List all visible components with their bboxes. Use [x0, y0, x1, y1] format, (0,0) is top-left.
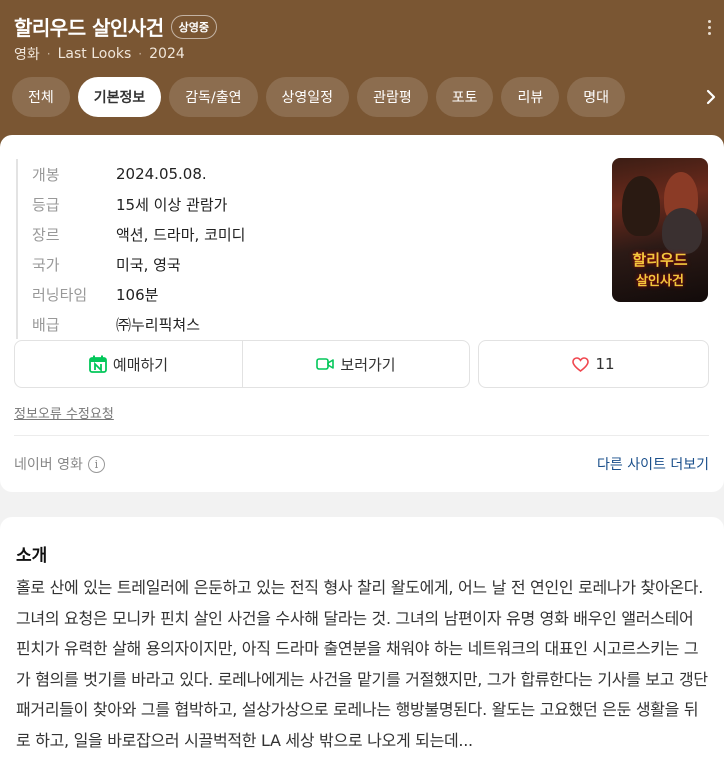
meta-separator: ·: [138, 47, 143, 61]
book-label: 예매하기: [112, 355, 169, 374]
info-value: 106분: [116, 285, 159, 304]
watch-label: 보러가기: [340, 355, 396, 374]
synopsis-card: 소개 홀로 산에 있는 트레일러에 은둔하고 있는 전직 형사 찰리 왈도에게,…: [0, 517, 724, 774]
info-row-genre: 장르 액션, 드라마, 코미디: [32, 219, 245, 249]
action-button-group: 예매하기 보러가기: [14, 340, 470, 388]
action-buttons: 예매하기 보러가기 11: [14, 340, 709, 388]
info-value: ㈜누리픽쳐스: [116, 315, 201, 334]
report-error-link[interactable]: 정보오류 수정요청: [14, 403, 114, 422]
tab-quotes[interactable]: 명대: [567, 77, 626, 117]
info-icon[interactable]: i: [87, 455, 105, 473]
synopsis-text: 홀로 산에 있는 트레일러에 은둔하고 있는 전직 형사 찰리 왈도에게, 어느…: [16, 578, 708, 750]
like-count: 11: [595, 355, 615, 373]
info-label: 개봉: [32, 165, 60, 184]
meta-year: 2024: [149, 46, 185, 62]
info-label: 러닝타임: [32, 285, 88, 304]
movie-title: 할리우드 살인사건: [14, 16, 164, 40]
more-vertical-icon[interactable]: [708, 20, 712, 35]
book-button[interactable]: 예매하기: [15, 341, 242, 387]
tab-cast[interactable]: 감독/출연: [169, 77, 258, 117]
chevron-right-icon[interactable]: [698, 77, 724, 117]
source-attribution: 네이버 영화 i: [14, 454, 105, 474]
tab-showtimes[interactable]: 상영일정: [265, 77, 350, 117]
info-label: 등급: [32, 195, 60, 214]
info-row-country: 국가 미국, 영국: [32, 249, 245, 279]
title-row: 할리우드 살인사건 상영중: [14, 12, 218, 41]
info-value: 미국, 영국: [116, 255, 181, 274]
like-button[interactable]: 11: [478, 340, 709, 388]
info-list: 개봉 2024.05.08. 등급 15세 이상 관람가 장르 액션, 드라마,…: [16, 159, 245, 339]
poster-title-line1: 할리우드: [632, 251, 688, 269]
synopsis-title: 소개: [16, 546, 48, 566]
info-row-distributor: 배급 ㈜누리픽쳐스: [32, 309, 245, 339]
info-row-runtime: 러닝타임 106분: [32, 279, 245, 309]
meta-original-title: Last Looks: [57, 46, 132, 62]
movie-poster[interactable]: 할리우드 살인사건: [612, 158, 708, 302]
info-label: 배급: [32, 315, 60, 334]
tab-all[interactable]: 전체: [12, 77, 70, 117]
calendar-n-icon: [88, 355, 107, 373]
info-label: 장르: [32, 225, 60, 244]
tab-photos[interactable]: 포토: [435, 77, 494, 117]
info-value: 액션, 드라마, 코미디: [116, 225, 246, 244]
info-row-release: 개봉 2024.05.08.: [32, 159, 245, 189]
heart-icon: [572, 356, 590, 372]
info-value: 15세 이상 관람가: [116, 195, 228, 214]
basic-info-card: 개봉 2024.05.08. 등급 15세 이상 관람가 장르 액션, 드라마,…: [0, 135, 724, 492]
watch-button[interactable]: 보러가기: [242, 341, 469, 387]
tab-basic-info[interactable]: 기본정보: [77, 77, 162, 117]
more-sites-link[interactable]: 다른 사이트 더보기: [597, 454, 709, 474]
info-value: 2024.05.08.: [116, 165, 207, 183]
info-row-rating: 등급 15세 이상 관람가: [32, 189, 245, 219]
meta-separator: ·: [46, 47, 51, 61]
tab-reviews[interactable]: 리뷰: [501, 77, 560, 117]
status-badge: 상영중: [170, 14, 218, 39]
poster-title-line2: 살인사건: [636, 274, 684, 289]
divider: [14, 435, 709, 436]
meta-category: 영화: [14, 47, 40, 63]
source-label: 네이버 영화: [14, 457, 83, 473]
movie-meta: 영화 · Last Looks · 2024: [14, 44, 185, 64]
tab-bar: 전체 기본정보 감독/출연 상영일정 관람평 포토 리뷰 명대: [12, 77, 702, 117]
video-camera-icon: [316, 358, 335, 370]
movie-header: 할리우드 살인사건 상영중 영화 · Last Looks · 2024 전체 …: [0, 0, 724, 150]
info-label: 국가: [32, 255, 60, 274]
tab-ratings[interactable]: 관람평: [357, 77, 428, 117]
